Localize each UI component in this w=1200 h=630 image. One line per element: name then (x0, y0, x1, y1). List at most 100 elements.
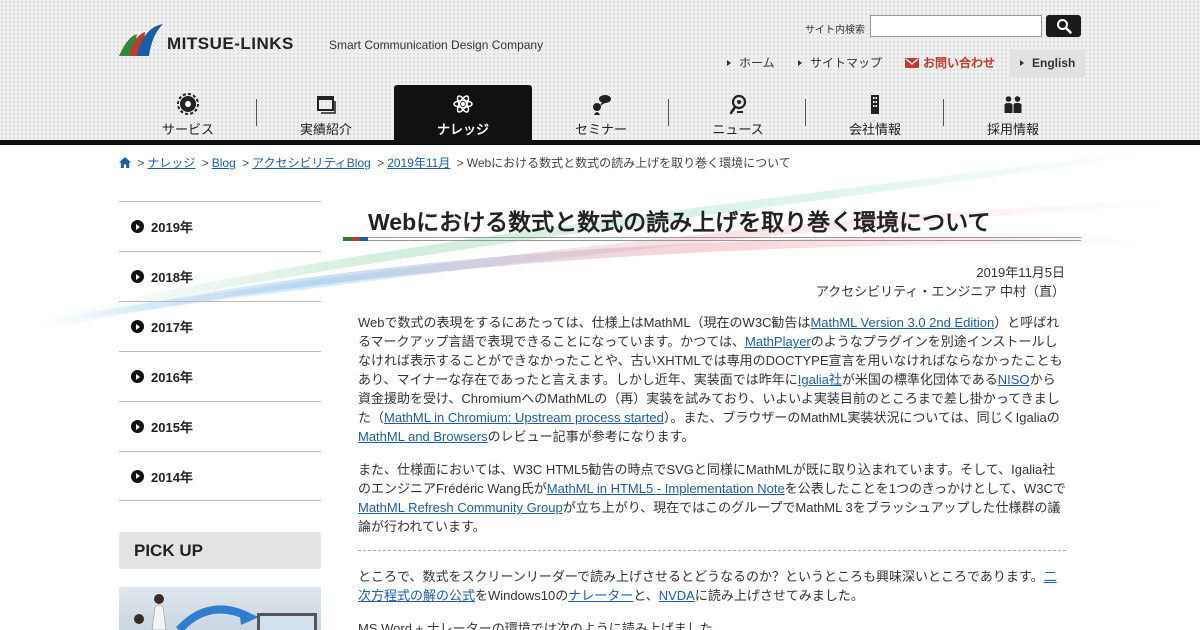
gnav-label: 実績紹介 (299, 122, 352, 137)
triangle-right-icon (798, 59, 802, 66)
article-body: Webで数式の表現をするにあたっては、仕様上はMathML（現在のW3C勧告はM… (358, 313, 1066, 630)
util-link-home[interactable]: ホーム (727, 49, 775, 77)
site-logo[interactable]: MITSUE-LINKS (119, 22, 294, 58)
search-button[interactable] (1046, 15, 1081, 37)
pickup-illustration (134, 594, 317, 630)
link-mathplayer[interactable]: MathPlayer (745, 334, 811, 349)
atom-icon (453, 95, 473, 113)
article-paragraph: MS Word + ナレーターの環境では次のように読み上げました。 (358, 621, 726, 630)
sidebar-year-2016[interactable]: 2016年 (119, 351, 321, 401)
util-link-label: サイトマップ (810, 56, 883, 70)
year-label: 2017年 (151, 320, 193, 335)
gnav-company[interactable]: 会社情報 (806, 85, 944, 140)
link-mathml-browsers[interactable]: MathML and Browsers (358, 429, 488, 444)
link-igalia[interactable]: Igalia社 (798, 372, 842, 387)
util-link-label: English (1032, 56, 1076, 70)
triangle-right-icon (727, 59, 731, 66)
breadcrumb-link-month[interactable]: 2019年11月 (387, 156, 450, 170)
sidebar-year-2017[interactable]: 2017年 (119, 301, 321, 351)
text-run: ）。また、ブラウザーのMathML実装状況については、同じくIgaliaの (663, 410, 1060, 425)
link-mathml-3[interactable]: MathML Version 3.0 2nd Edition (810, 315, 994, 330)
link-mathml-refresh-cg[interactable]: MathML Refresh Community Group (358, 500, 563, 515)
util-link-label: ホーム (739, 56, 775, 70)
sidebar-year-2019[interactable]: 2019年 (119, 201, 321, 251)
breadcrumb-link-a11y-blog[interactable]: アクセシビリティBlog (252, 156, 371, 170)
window-icon (317, 96, 336, 114)
text-run: ところで、数式をスクリーンリーダーで読み上げさせるとどうなるのか？というところも… (358, 569, 1044, 584)
article-author: アクセシビリティ・エンジニア 中村（直） (815, 284, 1065, 299)
gnav-news[interactable]: ニュース (669, 85, 807, 140)
arrow-circle-icon (131, 370, 144, 383)
gnav-knowledge[interactable]: ナレッジ (394, 85, 532, 140)
speaker-icon (593, 95, 611, 115)
article-title: Webにおける数式と数式の読み上げを取り巻く環境について (368, 209, 991, 235)
util-link-english[interactable]: English (1010, 49, 1086, 77)
article-paragraph: Webで数式の表現をするにあたっては、仕様上はMathML（現在のW3C勧告はM… (358, 313, 1066, 446)
news-icon (729, 94, 747, 115)
article-paragraph: また、仕様面においては、W3C HTML5勧告の時点でSVGと同様にMathML… (358, 460, 1066, 536)
article-date: 2019年11月5日 (976, 265, 1065, 280)
breadcrumb-link-blog[interactable]: Blog (212, 156, 236, 170)
breadcrumb: > ナレッジ > Blog > アクセシビリティBlog >2019年11月 > Web… (119, 154, 791, 171)
gnav-label: サービス (161, 122, 214, 137)
dashed-divider (358, 550, 1066, 551)
mail-icon (905, 57, 919, 68)
util-link-sitemap[interactable]: サイトマップ (798, 49, 882, 77)
gear-icon (177, 93, 199, 115)
gnav-label: セミナー (574, 122, 627, 137)
gnav-seminar[interactable]: セミナー (532, 85, 670, 140)
pickup-banner-image[interactable] (119, 587, 321, 630)
arrow-circle-icon (131, 420, 144, 433)
sidebar-year-2015[interactable]: 2015年 (119, 401, 321, 451)
gnav-label: 採用情報 (986, 122, 1039, 137)
text-run: が米国の標準化団体である (841, 372, 998, 387)
arrow-circle-icon (131, 270, 144, 283)
pickup-heading: PICK UP (119, 532, 321, 569)
text-run: のレビュー記事が参考になります。 (487, 429, 695, 444)
link-narrator[interactable]: ナレーター (568, 588, 633, 603)
text-run: に読み上げさせてみました。 (694, 588, 864, 603)
year-label: 2014年 (151, 469, 193, 485)
logo-mark-icon (119, 24, 163, 56)
gnav-label: ナレッジ (436, 122, 489, 137)
gnav-label: 会社情報 (848, 122, 901, 137)
triangle-right-icon (1020, 59, 1024, 66)
header-divider (0, 140, 1200, 145)
logo-text: MITSUE-LINKS (167, 34, 294, 53)
sidebar-year-2014[interactable]: 2014年 (119, 451, 321, 501)
link-niso[interactable]: NISO (998, 372, 1030, 387)
title-underline (343, 237, 1081, 241)
gnav-services[interactable]: サービス (119, 85, 257, 140)
arrow-circle-icon (131, 469, 144, 483)
home-icon[interactable] (119, 157, 131, 168)
year-label: 2016年 (151, 370, 193, 385)
gnav-works[interactable]: 実績紹介 (257, 85, 395, 140)
search-input[interactable] (870, 15, 1042, 37)
sidebar-archive: 2019年 2018年 2017年 2016年 2015年 2014年 (119, 201, 321, 501)
search-label: サイト内検索 (805, 25, 865, 36)
search-icon (1056, 19, 1072, 34)
util-link-label: お問い合わせ (923, 56, 996, 70)
gnav-recruit[interactable]: 採用情報 (944, 85, 1082, 140)
breadcrumb-link-knowledge[interactable]: ナレッジ (147, 156, 195, 170)
year-label: 2019年 (151, 220, 193, 235)
year-label: 2018年 (151, 270, 193, 285)
link-mathml-chromium[interactable]: MathML in Chromium: Upstream process sta… (384, 410, 664, 425)
text-run: と、 (633, 588, 659, 603)
tagline: Smart Communication Design Company (329, 38, 544, 52)
building-icon (871, 95, 879, 114)
arrow-circle-icon (131, 220, 144, 233)
text-run: を公表したことを1つのきっかけとして、W3Cで (784, 481, 1066, 496)
link-nvda[interactable]: NVDA (659, 588, 695, 603)
gnav-label: ニュース (712, 122, 764, 137)
arrow-circle-icon (131, 320, 144, 333)
breadcrumb-current: Webにおける数式と数式の読み上げを取り巻く環境について (466, 156, 791, 170)
title-accent-bar (343, 237, 368, 241)
people-icon (1004, 96, 1022, 113)
sidebar-year-2018[interactable]: 2018年 (119, 251, 321, 301)
util-link-contact[interactable]: お問い合わせ (905, 49, 995, 77)
text-run: をWindows10の (475, 588, 569, 603)
link-mathml-html5-note[interactable]: MathML in HTML5 - Implementation Note (547, 481, 785, 496)
year-label: 2015年 (151, 420, 193, 435)
article-paragraph: ところで、数式をスクリーンリーダーで読み上げさせるとどうなるのか？というところも… (358, 567, 1066, 605)
